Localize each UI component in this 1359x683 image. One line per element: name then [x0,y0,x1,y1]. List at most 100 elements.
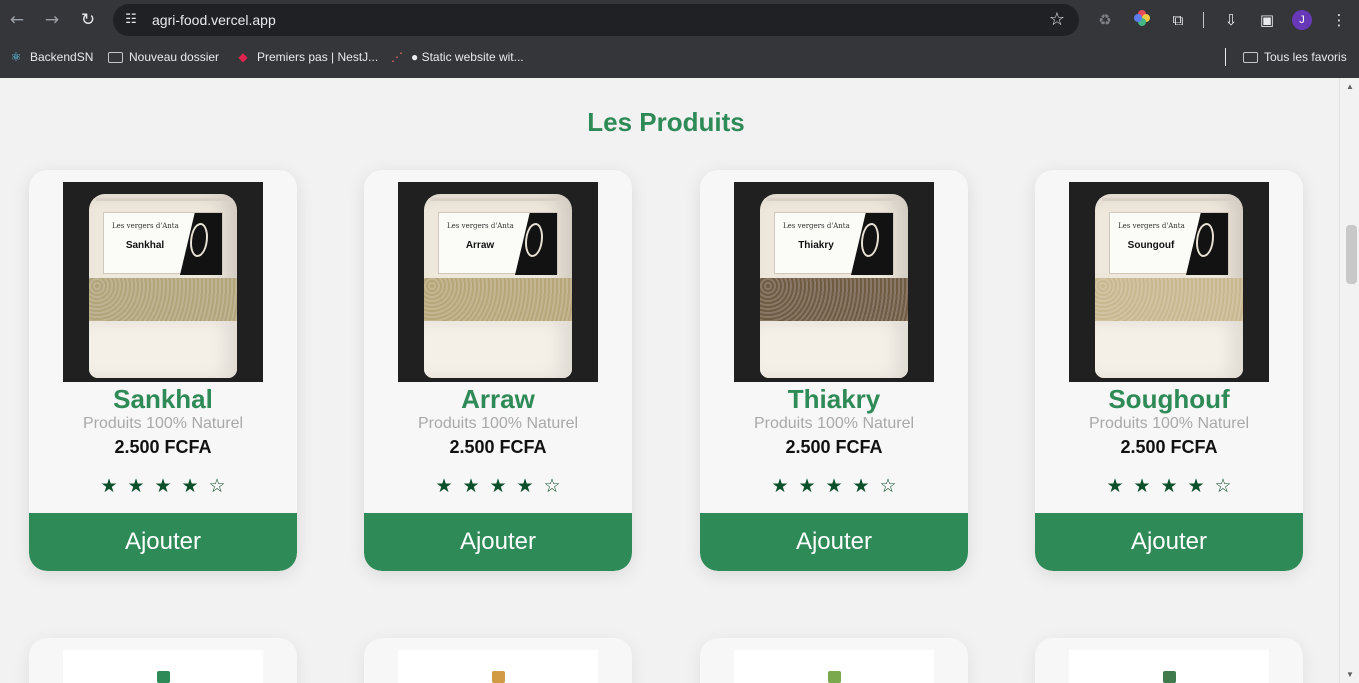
filled-star-icon: ★ [1160,475,1178,497]
package-label-art-line [861,223,879,257]
color-wheel-icon[interactable] [1131,9,1153,31]
bookmark-nestjs[interactable]: ◆ Premiers pas | NestJ... [235,48,378,66]
package-label-art [1186,213,1228,275]
package-brand: Les vergers d'Anta [1118,222,1185,230]
package-bottom [89,321,237,378]
filled-star-icon: ★ [154,475,172,497]
jar-cap [828,671,841,683]
filled-star-icon: ★ [489,475,507,497]
next-product-card [700,638,968,683]
package-bottom [424,321,572,378]
package-label-art-line [525,223,543,257]
toolbar-divider [1203,12,1204,28]
vertical-scrollbar[interactable] [1339,78,1359,683]
forward-arrow-icon[interactable]: → [40,8,64,32]
package-grain [1095,278,1243,321]
recycle-icon[interactable]: ♻ [1094,9,1116,31]
filled-star-icon: ★ [798,475,816,497]
scroll-up-icon[interactable]: ▲ [1344,81,1356,93]
product-price: 2.500 FCFA [114,437,212,457]
filled-star-icon: ★ [852,475,870,497]
bookmark-backendsn[interactable]: ⚛ BackendSN [8,48,94,66]
side-panel-icon[interactable]: ▣ [1256,9,1278,31]
package-product-name: Sankhal [125,240,165,251]
empty-star-icon: ☆ [208,475,226,497]
package-zip [96,198,230,201]
product-image-thiakry: Les vergers d'Anta Thiakry [734,182,934,382]
next-product-image [734,650,934,683]
filled-star-icon: ★ [435,475,453,497]
add-to-cart-button[interactable]: Ajouter [29,513,297,571]
back-arrow-icon[interactable]: ← [5,8,29,32]
package-zip [431,198,565,201]
package-label: Les vergers d'Anta Soungouf [1109,212,1229,275]
product-name: Thiakry [787,384,881,414]
three-dots-icon: ⋰ [391,50,403,64]
section-title: Les Produits [587,107,745,137]
package-label-art [851,213,893,275]
product-tagline: Produits 100% Naturel [417,415,579,432]
filled-star-icon: ★ [462,475,480,497]
product-card-soughouf: Les vergers d'Anta Soungouf Soughouf Pro… [1035,170,1303,571]
product-card-thiakry: Les vergers d'Anta Thiakry Thiakry Produ… [700,170,968,571]
product-card-sankhal: Les vergers d'Anta Sankhal Sankhal Produ… [29,170,297,571]
address-bar[interactable]: ☷ agri-food.vercel.app ☆ [113,4,1079,36]
next-product-card [29,638,297,683]
add-to-cart-button[interactable]: Ajouter [364,513,632,571]
package-brand: Les vergers d'Anta [447,222,514,230]
download-icon[interactable]: ⇩ [1220,9,1242,31]
package-label: Les vergers d'Anta Sankhal [103,212,223,275]
folder-icon [1243,51,1258,63]
package-brand: Les vergers d'Anta [112,222,179,230]
package-brand: Les vergers d'Anta [783,222,850,230]
product-image-soughouf: Les vergers d'Anta Soungouf [1069,182,1269,382]
package-grain [89,278,237,321]
bookmark-tous-les-favoris[interactable]: Tous les favoris [1243,48,1347,66]
kebab-menu-icon[interactable]: ⋮ [1328,9,1350,31]
profile-avatar[interactable]: J [1292,10,1312,30]
react-icon: ⚛ [10,50,22,64]
browser-toolbar: ← → ↻ ☷ agri-food.vercel.app ☆ ♻ ⧉ ⇩ ▣ J… [0,0,1359,40]
bookmarks-bar: ⚛ BackendSN Nouveau dossier ◆ Premiers p… [0,42,1359,72]
product-tagline: Produits 100% Naturel [82,415,244,432]
browser-chrome: ← → ↻ ☷ agri-food.vercel.app ☆ ♻ ⧉ ⇩ ▣ J… [0,0,1359,78]
product-rating: ★ ★ ★ ★ ☆ [364,475,632,497]
bookmark-star-icon[interactable]: ☆ [1049,9,1065,31]
site-settings-icon[interactable]: ☷ [123,12,139,28]
nest-icon: ◆ [238,50,248,64]
product-image-arraw: Les vergers d'Anta Arraw [398,182,598,382]
url-text[interactable]: agri-food.vercel.app [152,12,276,28]
add-to-cart-button[interactable]: Ajouter [700,513,968,571]
bookmark-label: BackendSN [30,50,94,64]
empty-star-icon: ☆ [543,475,561,497]
scroll-down-icon[interactable]: ▼ [1344,669,1356,681]
filled-star-icon: ★ [1106,475,1124,497]
bookmark-static-website[interactable]: ⋰ ● Static website wit... [389,48,524,66]
bookmark-label: Nouveau dossier [129,50,220,64]
filled-star-icon: ★ [100,475,118,497]
bookmarks-divider [1225,48,1226,66]
package-label-art [180,213,222,275]
add-to-cart-button[interactable]: Ajouter [1035,513,1303,571]
scrollbar-thumb[interactable] [1346,225,1357,284]
jar-cap [1163,671,1176,683]
product-card-arraw: Les vergers d'Anta Arraw Arraw Produits … [364,170,632,571]
product-name: Sankhal [113,384,213,414]
package-label: Les vergers d'Anta Arraw [438,212,558,275]
folder-icon [108,51,123,63]
next-product-image [63,650,263,683]
product-price: 2.500 FCFA [449,437,547,457]
empty-star-icon: ☆ [879,475,897,497]
next-product-card [364,638,632,683]
filled-star-icon: ★ [516,475,534,497]
product-tagline: Produits 100% Naturel [1088,415,1250,432]
filled-star-icon: ★ [181,475,199,497]
filled-star-icon: ★ [127,475,145,497]
product-tagline: Produits 100% Naturel [753,415,915,432]
jar-cap [157,671,170,683]
reload-icon[interactable]: ↻ [76,8,100,32]
bookmark-nouveau-dossier[interactable]: Nouveau dossier [108,48,219,66]
product-rating: ★ ★ ★ ★ ☆ [1035,475,1303,497]
puzzle-icon[interactable]: ⧉ [1167,9,1189,31]
package-bottom [760,321,908,378]
